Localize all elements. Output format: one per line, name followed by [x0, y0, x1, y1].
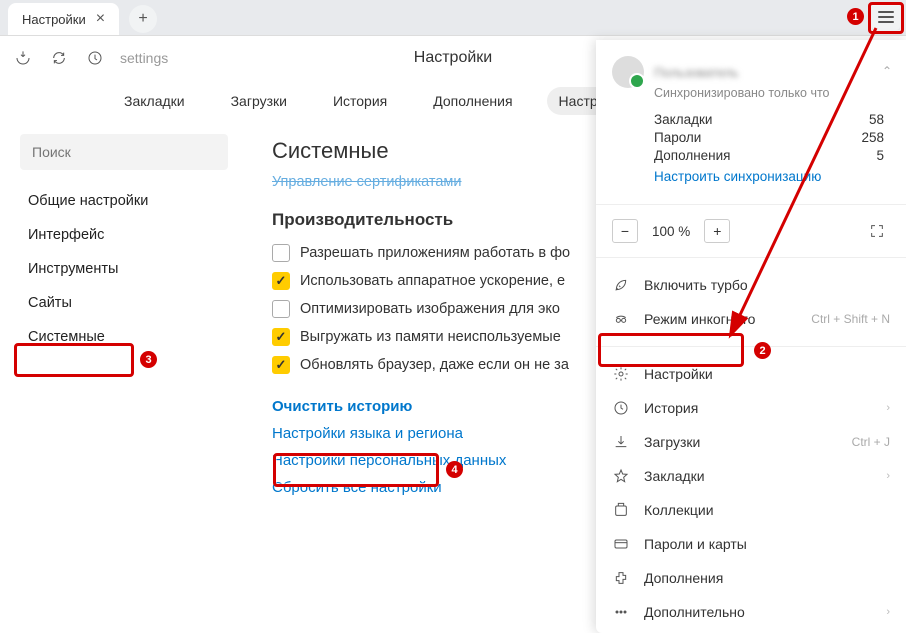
card-icon [612, 535, 630, 553]
search-input[interactable] [32, 144, 216, 160]
menu-turbo[interactable]: Включить турбо [596, 268, 906, 302]
star-icon [612, 467, 630, 485]
zoom-value: 100 % [644, 224, 698, 239]
hamburger-icon [878, 10, 894, 24]
separator [596, 204, 906, 205]
close-tab-icon[interactable]: × [96, 11, 105, 27]
profile-name: Пользователь [654, 65, 738, 80]
puzzle-icon [612, 569, 630, 587]
sidebar: Общие настройки Интерфейс Инструменты Са… [0, 122, 248, 616]
collection-icon [612, 501, 630, 519]
site-icon[interactable] [84, 47, 106, 69]
menu-collections[interactable]: Коллекции [596, 493, 906, 527]
fullscreen-button[interactable] [864, 219, 890, 243]
sidebar-item-system[interactable]: Системные [20, 320, 228, 354]
nav-history[interactable]: История [321, 87, 399, 115]
menu-downloads[interactable]: ЗагрузкиCtrl + J [596, 425, 906, 459]
chevron-up-icon[interactable]: ⌃ [882, 64, 892, 78]
sidebar-item-interface[interactable]: Интерфейс [20, 218, 228, 252]
dots-icon [612, 603, 630, 621]
rocket-icon [612, 276, 630, 294]
sync-status: Синхронизировано только что [654, 86, 890, 100]
chevron-right-icon: › [886, 402, 890, 414]
chevron-right-icon: › [886, 470, 890, 482]
checkbox-icon[interactable] [272, 328, 290, 346]
menu-bookmarks[interactable]: Закладки› [596, 459, 906, 493]
checkbox-icon[interactable] [272, 244, 290, 262]
sidebar-item-tools[interactable]: Инструменты [20, 252, 228, 286]
address-text[interactable]: settings [120, 50, 168, 66]
checkbox-icon[interactable] [272, 300, 290, 318]
checkbox-icon[interactable] [272, 272, 290, 290]
zoom-out-button[interactable]: − [612, 219, 638, 243]
sync-stats: Закладки58 Пароли258 Дополнения5 [654, 112, 890, 163]
separator [596, 346, 906, 347]
sync-configure-link[interactable]: Настроить синхронизацию [654, 169, 890, 184]
menu-settings[interactable]: Настройки [596, 357, 906, 391]
download-icon [612, 433, 630, 451]
checkbox-icon[interactable] [272, 356, 290, 374]
tab-bar: Настройки × + [0, 0, 906, 36]
sync-block[interactable]: Пользователь Синхронизировано только что… [596, 50, 906, 194]
browser-tab[interactable]: Настройки × [8, 3, 119, 35]
menu-incognito[interactable]: Режим инкогнитоCtrl + Shift + N [596, 302, 906, 336]
separator [596, 257, 906, 258]
nav-addons[interactable]: Дополнения [421, 87, 524, 115]
clock-icon [612, 399, 630, 417]
menu-addons[interactable]: Дополнения [596, 561, 906, 595]
gear-icon [612, 365, 630, 383]
new-tab-button[interactable]: + [129, 5, 157, 33]
zoom-in-button[interactable]: + [704, 219, 730, 243]
nav-downloads[interactable]: Загрузки [219, 87, 299, 115]
menu-more[interactable]: Дополнительно› [596, 595, 906, 629]
mask-icon [612, 310, 630, 328]
tab-title: Настройки [22, 12, 86, 27]
home-button[interactable] [12, 47, 34, 69]
page-title: Настройки [414, 49, 492, 67]
menu-button[interactable] [872, 4, 900, 30]
nav-bookmarks[interactable]: Закладки [112, 87, 197, 115]
reload-button[interactable] [48, 47, 70, 69]
menu-history[interactable]: История› [596, 391, 906, 425]
sidebar-item-sites[interactable]: Сайты [20, 286, 228, 320]
search-box[interactable] [20, 134, 228, 170]
chevron-right-icon: › [886, 606, 890, 618]
main-menu-panel: Пользователь Синхронизировано только что… [596, 40, 906, 633]
zoom-controls: − 100 % + [596, 215, 906, 247]
sidebar-item-general[interactable]: Общие настройки [20, 184, 228, 218]
avatar-icon [612, 56, 644, 88]
menu-passwords[interactable]: Пароли и карты [596, 527, 906, 561]
